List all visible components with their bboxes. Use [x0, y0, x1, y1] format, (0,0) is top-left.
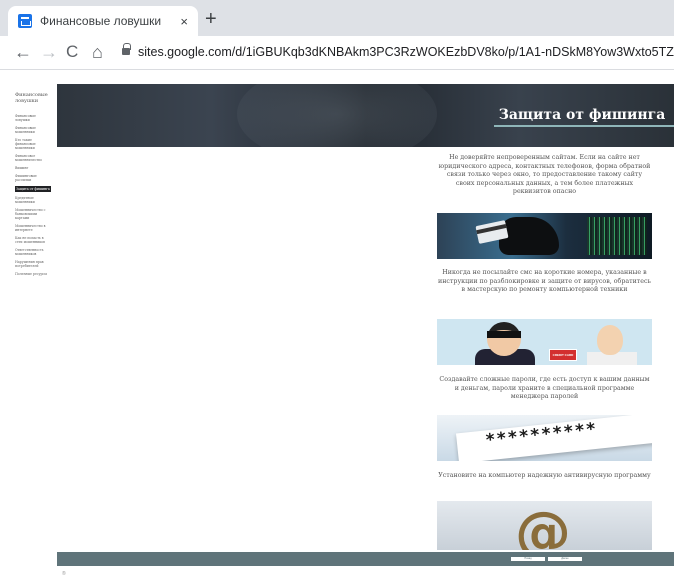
- hacker-card-image: [437, 213, 652, 259]
- tip-text-2: Никогда не посылайте смс на короткие ном…: [438, 269, 651, 294]
- victim-head: [597, 325, 623, 355]
- nav-item[interactable]: Полезные ресурсы: [15, 272, 51, 276]
- header-banner: Защита от фишинга: [57, 84, 674, 147]
- nav-item[interactable]: Ответственность мошенников: [15, 248, 51, 256]
- thief-head: [487, 322, 521, 356]
- browser-toolbar: ← → C ⌂ sites.google.com/d/1iGBUKqb3dKNB…: [0, 36, 674, 70]
- nav-item[interactable]: Финансовое мошенничество: [15, 154, 51, 162]
- nav-item[interactable]: Защита от фишинга: [15, 186, 51, 192]
- browser-tab[interactable]: Финансовые ловушки ×: [8, 6, 198, 36]
- back-button[interactable]: ←: [14, 41, 32, 63]
- nav-item[interactable]: Фишинговые рассылки: [15, 174, 51, 182]
- nav-item[interactable]: Финансовые мошенники: [15, 126, 51, 134]
- nav-item[interactable]: Как не попасть в сети мошенников: [15, 236, 51, 244]
- thief-mask: [487, 331, 521, 338]
- at-sign-image: @: [437, 501, 652, 550]
- page-title: Защита от фишинга: [498, 107, 666, 123]
- nav-item[interactable]: Мошенничество в интернете: [15, 224, 51, 232]
- nav-item[interactable]: Финансовые ловушки: [15, 114, 51, 122]
- reload-button[interactable]: C: [66, 41, 78, 63]
- tab-strip: Финансовые ловушки × +: [0, 0, 674, 36]
- at-icon: @: [515, 501, 571, 551]
- new-tab-button[interactable]: +: [205, 9, 217, 29]
- close-tab-icon[interactable]: ×: [180, 14, 188, 29]
- lock-icon[interactable]: [122, 43, 131, 55]
- credit-card-text: CREDIT CARD: [549, 349, 577, 361]
- tip-text-1: Не доверяйте непроверенным сайтам. Если …: [438, 154, 651, 196]
- forward-button[interactable]: →: [40, 41, 58, 63]
- password-image: **********: [437, 415, 652, 461]
- card-label: CREDIT CARD: [552, 353, 574, 357]
- banner-background-image: [237, 84, 437, 147]
- tip-text-3: Создавайте сложные пароли, где есть дост…: [439, 376, 650, 401]
- report-abuse-icon[interactable]: ®: [62, 571, 66, 577]
- nav-item[interactable]: Кто такие финансовые мошенники: [15, 138, 51, 150]
- home-button[interactable]: ⌂: [92, 41, 103, 63]
- tip-text-4: Установите на компьютер надежную антивир…: [438, 472, 651, 479]
- page-footer: Назад Далее: [57, 552, 674, 566]
- prev-page-button[interactable]: Назад: [511, 557, 545, 561]
- nav-item[interactable]: Мошенничество с банковскими картами: [15, 208, 51, 220]
- nav-item[interactable]: Кредитные мошенники: [15, 196, 51, 204]
- google-sites-icon: [18, 14, 32, 28]
- tab-title: Финансовые ловушки: [40, 14, 162, 28]
- nav-list: Финансовые ловушки Финансовые мошенники Кт…: [15, 114, 51, 276]
- site-navigation: Финансовые ловушки Финансовые ловушки Фин…: [15, 92, 51, 280]
- nav-item[interactable]: Вишинг: [15, 166, 51, 170]
- title-underline: [494, 125, 674, 127]
- nav-item[interactable]: Нарушения прав потребителей: [15, 260, 51, 268]
- site-title[interactable]: Финансовые ловушки: [15, 92, 51, 104]
- next-page-button[interactable]: Далее: [548, 557, 582, 561]
- code-screen: [587, 217, 647, 255]
- address-bar[interactable]: sites.google.com/d/1iGBUKqb3dKNBAkm3PC3R…: [138, 45, 674, 59]
- thief-cartoon-image: CREDIT CARD: [437, 319, 652, 365]
